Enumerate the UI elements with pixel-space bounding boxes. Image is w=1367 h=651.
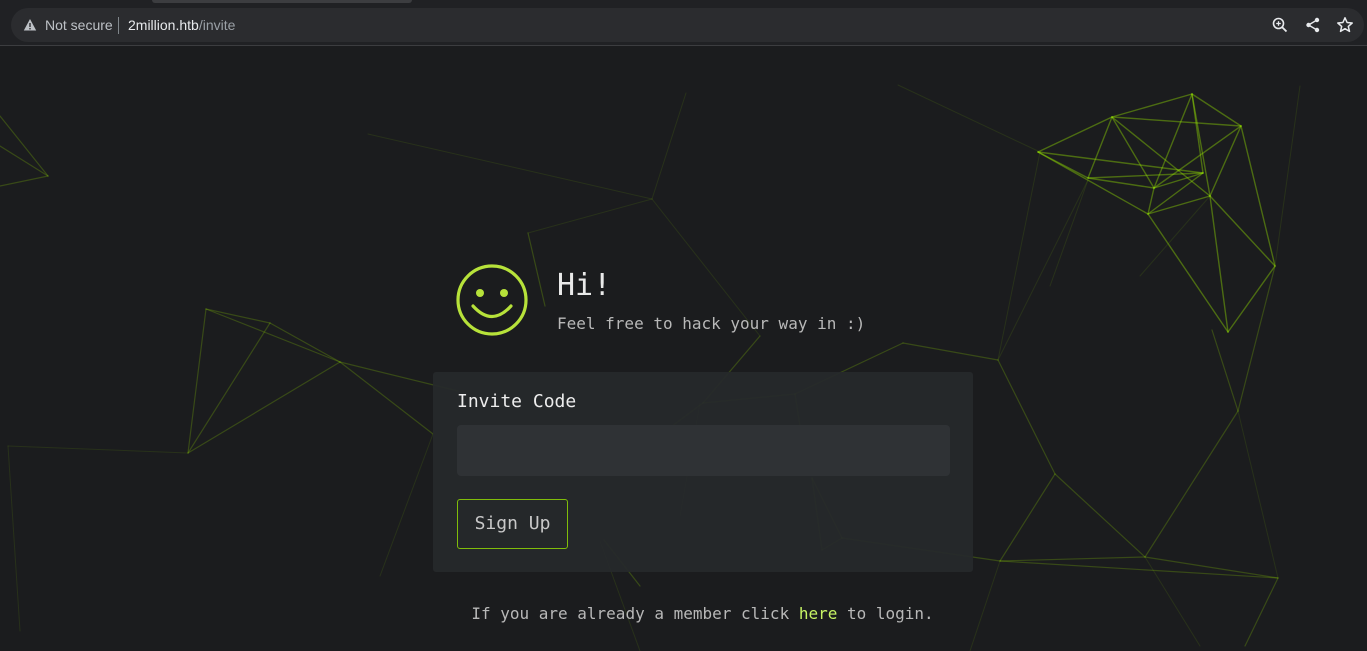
url-text[interactable]: 2million.htb/invite — [128, 16, 235, 34]
login-link[interactable]: here — [799, 604, 838, 623]
login-prompt-after: to login. — [837, 604, 934, 623]
invite-code-input[interactable] — [457, 425, 950, 476]
invite-code-label: Invite Code — [457, 391, 577, 412]
warning-icon[interactable] — [23, 18, 37, 32]
smiley-icon — [456, 264, 528, 336]
bookmark-star-icon[interactable] — [1336, 16, 1354, 34]
share-icon[interactable] — [1304, 16, 1322, 34]
login-prompt-before: If you are already a member click — [471, 604, 799, 623]
browser-toolbar: Not secure 2million.htb/invite — [0, 0, 1367, 46]
zoom-icon[interactable] — [1271, 16, 1289, 34]
invite-form-card: Invite Code Sign Up — [433, 372, 973, 572]
page-subtitle: Feel free to hack your way in :) — [557, 314, 866, 333]
page-viewport: Hi! Feel free to hack your way in :) Inv… — [0, 46, 1367, 651]
address-bar[interactable]: Not secure 2million.htb/invite — [11, 8, 1364, 42]
page-title: Hi! — [557, 268, 612, 303]
omnibox-divider — [118, 17, 119, 34]
url-path: /invite — [198, 17, 236, 33]
url-host: 2million.htb — [128, 17, 199, 33]
active-tab-edge[interactable] — [152, 0, 412, 3]
security-status[interactable]: Not secure — [45, 16, 113, 34]
sign-up-button[interactable]: Sign Up — [457, 499, 568, 549]
login-prompt: If you are already a member click here t… — [0, 603, 1367, 625]
